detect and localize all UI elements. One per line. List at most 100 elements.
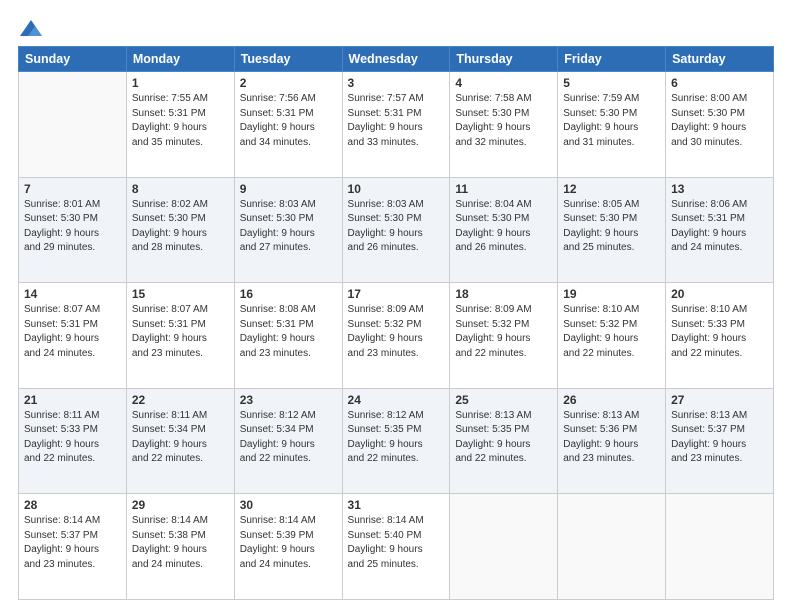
day-info: Sunrise: 8:06 AM Sunset: 5:31 PM Dayligh…: [671, 198, 768, 256]
day-number: 18: [455, 287, 552, 301]
weekday-header: Sunday: [19, 47, 127, 72]
day-info: Sunrise: 8:04 AM Sunset: 5:30 PM Dayligh…: [455, 198, 552, 256]
calendar-cell: 25 Sunrise: 8:13 AM Sunset: 5:35 PM Dayli…: [450, 388, 558, 494]
day-info: Sunrise: 8:13 AM Sunset: 5:37 PM Dayligh…: [671, 409, 768, 467]
day-info: Sunrise: 8:11 AM Sunset: 5:34 PM Dayligh…: [132, 409, 229, 467]
calendar-cell: 6Sunrise: 8:00 AM Sunset: 5:30 PM Daylig…: [666, 72, 774, 178]
day-number: 28: [24, 498, 121, 512]
calendar-cell: 15 Sunrise: 8:07 AM Sunset: 5:31 PM Dayli…: [126, 283, 234, 389]
day-number: 6: [671, 76, 768, 90]
calendar-week-row: 14 Sunrise: 8:07 AM Sunset: 5:31 PM Dayli…: [19, 283, 774, 389]
day-number: 13: [671, 182, 768, 196]
day-number: 24: [348, 393, 445, 407]
day-info: Sunrise: 8:12 AM Sunset: 5:35 PM Dayligh…: [348, 409, 445, 467]
calendar-cell: 11 Sunrise: 8:04 AM Sunset: 5:30 PM Dayli…: [450, 177, 558, 283]
calendar-cell: 28 Sunrise: 8:14 AM Sunset: 5:37 PM Dayli…: [19, 494, 127, 600]
day-number: 2: [240, 76, 337, 90]
day-number: 4: [455, 76, 552, 90]
calendar-week-row: 21Sunrise: 8:11 AM Sunset: 5:33 PM Dayli…: [19, 388, 774, 494]
calendar-cell: 24 Sunrise: 8:12 AM Sunset: 5:35 PM Dayli…: [342, 388, 450, 494]
calendar-cell: [558, 494, 666, 600]
calendar-cell: 22 Sunrise: 8:11 AM Sunset: 5:34 PM Dayli…: [126, 388, 234, 494]
calendar-cell: 17 Sunrise: 8:09 AM Sunset: 5:32 PM Dayli…: [342, 283, 450, 389]
day-info: Sunrise: 8:05 AM Sunset: 5:30 PM Dayligh…: [563, 198, 660, 256]
calendar-cell: 23 Sunrise: 8:12 AM Sunset: 5:34 PM Dayli…: [234, 388, 342, 494]
day-info: Sunrise: 8:09 AM Sunset: 5:32 PM Dayligh…: [455, 303, 552, 361]
day-info: Sunrise: 8:08 AM Sunset: 5:31 PM Dayligh…: [240, 303, 337, 361]
calendar-week-row: 7 Sunrise: 8:01 AM Sunset: 5:30 PM Daylig…: [19, 177, 774, 283]
day-number: 5: [563, 76, 660, 90]
day-info: Sunrise: 7:55 AM Sunset: 5:31 PM Dayligh…: [132, 92, 229, 150]
calendar-cell: 14 Sunrise: 8:07 AM Sunset: 5:31 PM Dayli…: [19, 283, 127, 389]
day-number: 11: [455, 182, 552, 196]
calendar-cell: 10Sunrise: 8:03 AM Sunset: 5:30 PM Dayli…: [342, 177, 450, 283]
calendar-cell: 18 Sunrise: 8:09 AM Sunset: 5:32 PM Dayli…: [450, 283, 558, 389]
day-number: 12: [563, 182, 660, 196]
day-info: Sunrise: 8:07 AM Sunset: 5:31 PM Dayligh…: [24, 303, 121, 361]
day-number: 8: [132, 182, 229, 196]
calendar-cell: 9 Sunrise: 8:03 AM Sunset: 5:30 PM Daylig…: [234, 177, 342, 283]
calendar-cell: [19, 72, 127, 178]
calendar-week-row: 1 Sunrise: 7:55 AM Sunset: 5:31 PM Daylig…: [19, 72, 774, 178]
logo: [18, 18, 42, 38]
calendar-cell: 20Sunrise: 8:10 AM Sunset: 5:33 PM Dayli…: [666, 283, 774, 389]
calendar-cell: [666, 494, 774, 600]
day-info: Sunrise: 8:03 AM Sunset: 5:30 PM Dayligh…: [240, 198, 337, 256]
day-info: Sunrise: 8:13 AM Sunset: 5:36 PM Dayligh…: [563, 409, 660, 467]
weekday-header: Saturday: [666, 47, 774, 72]
day-number: 19: [563, 287, 660, 301]
calendar-cell: 29 Sunrise: 8:14 AM Sunset: 5:38 PM Dayli…: [126, 494, 234, 600]
day-number: 16: [240, 287, 337, 301]
day-info: Sunrise: 7:57 AM Sunset: 5:31 PM Dayligh…: [348, 92, 445, 150]
calendar-table: SundayMondayTuesdayWednesdayThursdayFrid…: [18, 46, 774, 600]
day-number: 9: [240, 182, 337, 196]
day-number: 14: [24, 287, 121, 301]
weekday-header: Wednesday: [342, 47, 450, 72]
day-number: 17: [348, 287, 445, 301]
day-info: Sunrise: 8:14 AM Sunset: 5:38 PM Dayligh…: [132, 514, 229, 572]
calendar-body: 1 Sunrise: 7:55 AM Sunset: 5:31 PM Daylig…: [19, 72, 774, 600]
day-info: Sunrise: 8:14 AM Sunset: 5:37 PM Dayligh…: [24, 514, 121, 572]
calendar-cell: 19 Sunrise: 8:10 AM Sunset: 5:32 PM Dayli…: [558, 283, 666, 389]
calendar-cell: 27Sunrise: 8:13 AM Sunset: 5:37 PM Dayli…: [666, 388, 774, 494]
calendar-header-row: SundayMondayTuesdayWednesdayThursdayFrid…: [19, 47, 774, 72]
weekday-header: Tuesday: [234, 47, 342, 72]
calendar-week-row: 28 Sunrise: 8:14 AM Sunset: 5:37 PM Dayli…: [19, 494, 774, 600]
header: [18, 18, 774, 38]
day-number: 21: [24, 393, 121, 407]
calendar-cell: 3 Sunrise: 7:57 AM Sunset: 5:31 PM Daylig…: [342, 72, 450, 178]
day-number: 23: [240, 393, 337, 407]
calendar-cell: 8Sunrise: 8:02 AM Sunset: 5:30 PM Daylig…: [126, 177, 234, 283]
day-number: 29: [132, 498, 229, 512]
day-number: 15: [132, 287, 229, 301]
calendar-cell: 4 Sunrise: 7:58 AM Sunset: 5:30 PM Daylig…: [450, 72, 558, 178]
day-info: Sunrise: 8:12 AM Sunset: 5:34 PM Dayligh…: [240, 409, 337, 467]
weekday-header: Thursday: [450, 47, 558, 72]
calendar-cell: 12 Sunrise: 8:05 AM Sunset: 5:30 PM Dayli…: [558, 177, 666, 283]
day-number: 22: [132, 393, 229, 407]
weekday-header: Friday: [558, 47, 666, 72]
calendar-cell: 21Sunrise: 8:11 AM Sunset: 5:33 PM Dayli…: [19, 388, 127, 494]
day-info: Sunrise: 8:07 AM Sunset: 5:31 PM Dayligh…: [132, 303, 229, 361]
calendar-cell: 2 Sunrise: 7:56 AM Sunset: 5:31 PM Daylig…: [234, 72, 342, 178]
day-info: Sunrise: 8:09 AM Sunset: 5:32 PM Dayligh…: [348, 303, 445, 361]
day-number: 7: [24, 182, 121, 196]
day-info: Sunrise: 8:10 AM Sunset: 5:32 PM Dayligh…: [563, 303, 660, 361]
calendar-cell: 31Sunrise: 8:14 AM Sunset: 5:40 PM Dayli…: [342, 494, 450, 600]
calendar-cell: 30 Sunrise: 8:14 AM Sunset: 5:39 PM Dayli…: [234, 494, 342, 600]
day-number: 1: [132, 76, 229, 90]
weekday-header: Monday: [126, 47, 234, 72]
day-number: 3: [348, 76, 445, 90]
calendar-cell: 16 Sunrise: 8:08 AM Sunset: 5:31 PM Dayli…: [234, 283, 342, 389]
day-info: Sunrise: 7:56 AM Sunset: 5:31 PM Dayligh…: [240, 92, 337, 150]
day-number: 20: [671, 287, 768, 301]
calendar-cell: 1 Sunrise: 7:55 AM Sunset: 5:31 PM Daylig…: [126, 72, 234, 178]
day-number: 30: [240, 498, 337, 512]
calendar-cell: 13 Sunrise: 8:06 AM Sunset: 5:31 PM Dayli…: [666, 177, 774, 283]
day-number: 25: [455, 393, 552, 407]
day-info: Sunrise: 7:58 AM Sunset: 5:30 PM Dayligh…: [455, 92, 552, 150]
day-info: Sunrise: 8:13 AM Sunset: 5:35 PM Dayligh…: [455, 409, 552, 467]
day-info: Sunrise: 8:01 AM Sunset: 5:30 PM Dayligh…: [24, 198, 121, 256]
day-number: 26: [563, 393, 660, 407]
day-info: Sunrise: 8:14 AM Sunset: 5:39 PM Dayligh…: [240, 514, 337, 572]
